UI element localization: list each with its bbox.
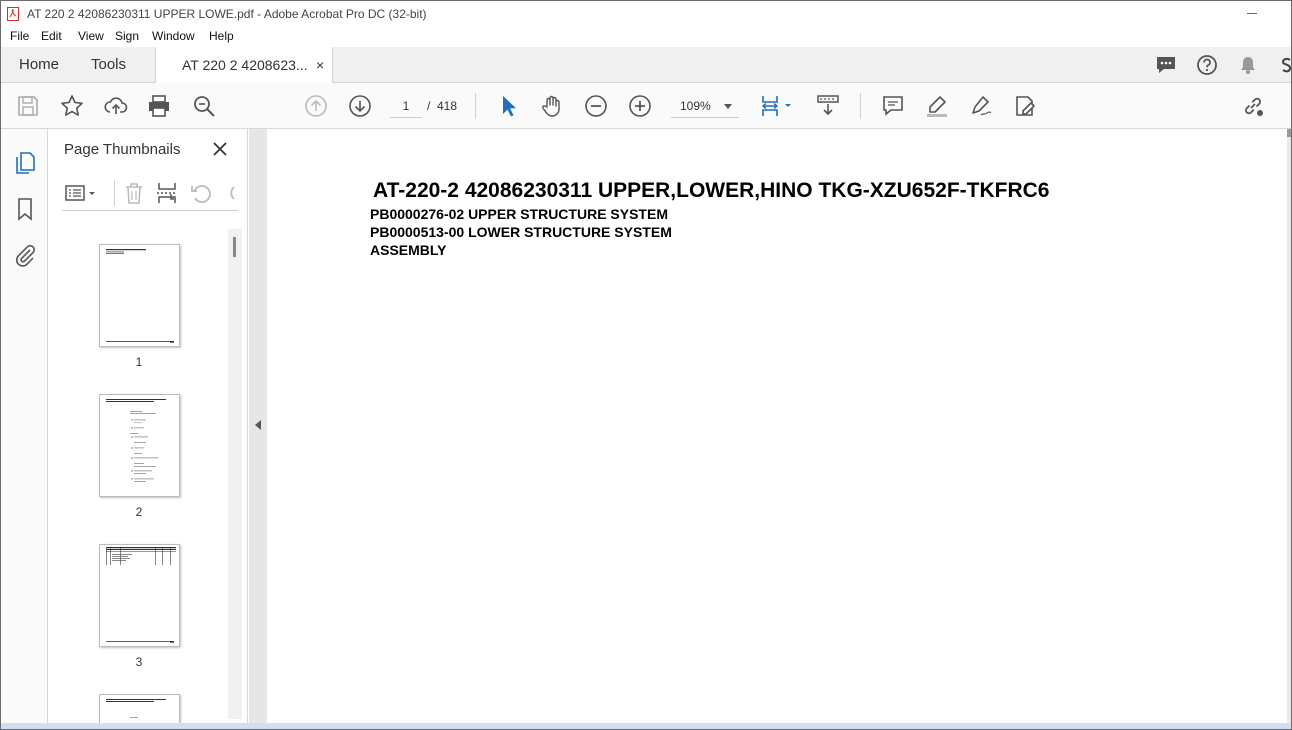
- print-icon[interactable]: [147, 94, 171, 118]
- hand-tool-icon[interactable]: [540, 94, 564, 118]
- toolbar-divider: [475, 93, 476, 119]
- scroll-mode-icon[interactable]: [816, 94, 840, 118]
- thumbnail-toolbar: [62, 177, 238, 211]
- menu-window[interactable]: Window: [152, 29, 195, 43]
- page-thumbnail-image: [106, 699, 166, 718]
- notification-bell-icon[interactable]: [1237, 54, 1259, 76]
- toolbar-divider: [114, 180, 115, 206]
- document-heading: AT-220-2 42086230311 UPPER,LOWER,HINO TK…: [373, 179, 1050, 202]
- tab-document-label: AT 220 2 4208623...: [182, 57, 308, 73]
- save-icon[interactable]: [16, 94, 40, 118]
- main-toolbar: / 418 109%: [1, 83, 1291, 129]
- menu-help[interactable]: Help: [209, 29, 234, 43]
- help-icon[interactable]: [1196, 54, 1218, 76]
- zoom-value: 109%: [680, 99, 711, 113]
- title-bar: AT 220 2 42086230311 UPPER LOWE.pdf - Ad…: [1, 1, 1291, 27]
- document-line: PB0000513-00 LOWER STRUCTURE SYSTEM: [370, 224, 672, 240]
- chevron-down-icon: [724, 104, 732, 109]
- page-thumbnail-label: 2: [135, 505, 143, 519]
- select-cursor-icon[interactable]: [496, 94, 520, 118]
- rotate-clockwise-icon[interactable]: [222, 181, 238, 205]
- pdf-file-icon: [7, 7, 19, 21]
- page-thumbnail-image: [106, 547, 176, 643]
- document-line: PB0000276-02 UPPER STRUCTURE SYSTEM: [370, 206, 668, 222]
- navigation-rail: [1, 129, 48, 723]
- page-thumbnail-image: [106, 249, 174, 343]
- menu-edit[interactable]: Edit: [41, 29, 62, 43]
- menu-view[interactable]: View: [78, 29, 104, 43]
- thumbnail-scrollbar[interactable]: [228, 229, 242, 719]
- draw-sign-icon[interactable]: [969, 94, 993, 118]
- bookmark-icon[interactable]: [13, 197, 37, 221]
- page-thumbnail-2[interactable]: [99, 394, 180, 497]
- thumbnail-scrollbar-thumb[interactable]: [233, 237, 236, 257]
- highlight-pen-icon[interactable]: [925, 94, 949, 118]
- comment-icon[interactable]: [881, 94, 905, 118]
- window-title: AT 220 2 42086230311 UPPER LOWE.pdf - Ad…: [27, 7, 427, 21]
- page-separator: /: [427, 99, 431, 113]
- attachment-paperclip-icon[interactable]: [13, 243, 37, 267]
- close-icon[interactable]: [212, 141, 228, 157]
- toolbar-divider: [860, 93, 861, 119]
- page-thumbnails-icon[interactable]: [13, 151, 37, 175]
- rotate-counterclockwise-icon[interactable]: [189, 181, 213, 205]
- page-thumbnail-1[interactable]: [99, 244, 180, 347]
- page-thumbnail-label: 3: [135, 655, 143, 669]
- find-zoom-icon[interactable]: [192, 94, 216, 118]
- taskbar-edge: [1, 723, 1291, 729]
- page-thumbnails-panel: Page Thumbnails 1 2 3: [48, 129, 248, 723]
- page-thumbnail-image: [106, 399, 166, 482]
- document-line: ASSEMBLY: [370, 242, 447, 258]
- minimize-button[interactable]: [1247, 3, 1259, 23]
- menu-sign[interactable]: Sign: [115, 29, 139, 43]
- document-scrollbar[interactable]: [1287, 129, 1291, 723]
- signin-icon[interactable]: [1281, 54, 1291, 76]
- delete-trash-icon[interactable]: [122, 181, 146, 205]
- comments-icon[interactable]: [1155, 54, 1177, 76]
- menu-file[interactable]: File: [10, 29, 29, 43]
- collapse-panel-arrow-icon[interactable]: [255, 420, 261, 430]
- tab-document[interactable]: AT 220 2 4208623... ×: [155, 47, 333, 84]
- star-bookmark-icon[interactable]: [60, 94, 84, 118]
- tab-close-button[interactable]: ×: [316, 47, 324, 83]
- page-number-input[interactable]: [390, 94, 422, 118]
- tab-bar: Home Tools AT 220 2 4208623... ×: [1, 47, 1291, 84]
- zoom-select[interactable]: 109%: [671, 94, 739, 118]
- page-thumbnail-3[interactable]: [99, 544, 180, 647]
- menu-bar: File Edit View Sign Window Help: [1, 27, 1291, 47]
- page-thumbnail-label: 1: [135, 355, 143, 369]
- fill-sign-icon[interactable]: [1013, 94, 1037, 118]
- tab-tools[interactable]: Tools: [91, 47, 126, 83]
- zoom-in-icon[interactable]: [628, 94, 652, 118]
- acrobat-window: AT 220 2 42086230311 UPPER LOWE.pdf - Ad…: [0, 0, 1292, 730]
- thumbnail-options-icon[interactable]: [64, 181, 98, 205]
- panel-title: Page Thumbnails: [64, 141, 181, 158]
- upload-cloud-icon[interactable]: [104, 94, 128, 118]
- share-link-icon[interactable]: [1241, 94, 1265, 118]
- document-page-view: AT-220-2 42086230311 UPPER,LOWER,HINO TK…: [267, 129, 1287, 723]
- next-page-icon[interactable]: [348, 94, 372, 118]
- tab-home[interactable]: Home: [19, 47, 59, 83]
- page-total: 418: [437, 99, 458, 113]
- page-thumbnail-4[interactable]: [99, 694, 180, 723]
- zoom-out-icon[interactable]: [584, 94, 608, 118]
- previous-page-icon[interactable]: [304, 94, 328, 118]
- panel-splitter[interactable]: [249, 129, 267, 723]
- page-fit-icon[interactable]: [760, 94, 794, 118]
- extract-pages-icon[interactable]: [155, 181, 179, 205]
